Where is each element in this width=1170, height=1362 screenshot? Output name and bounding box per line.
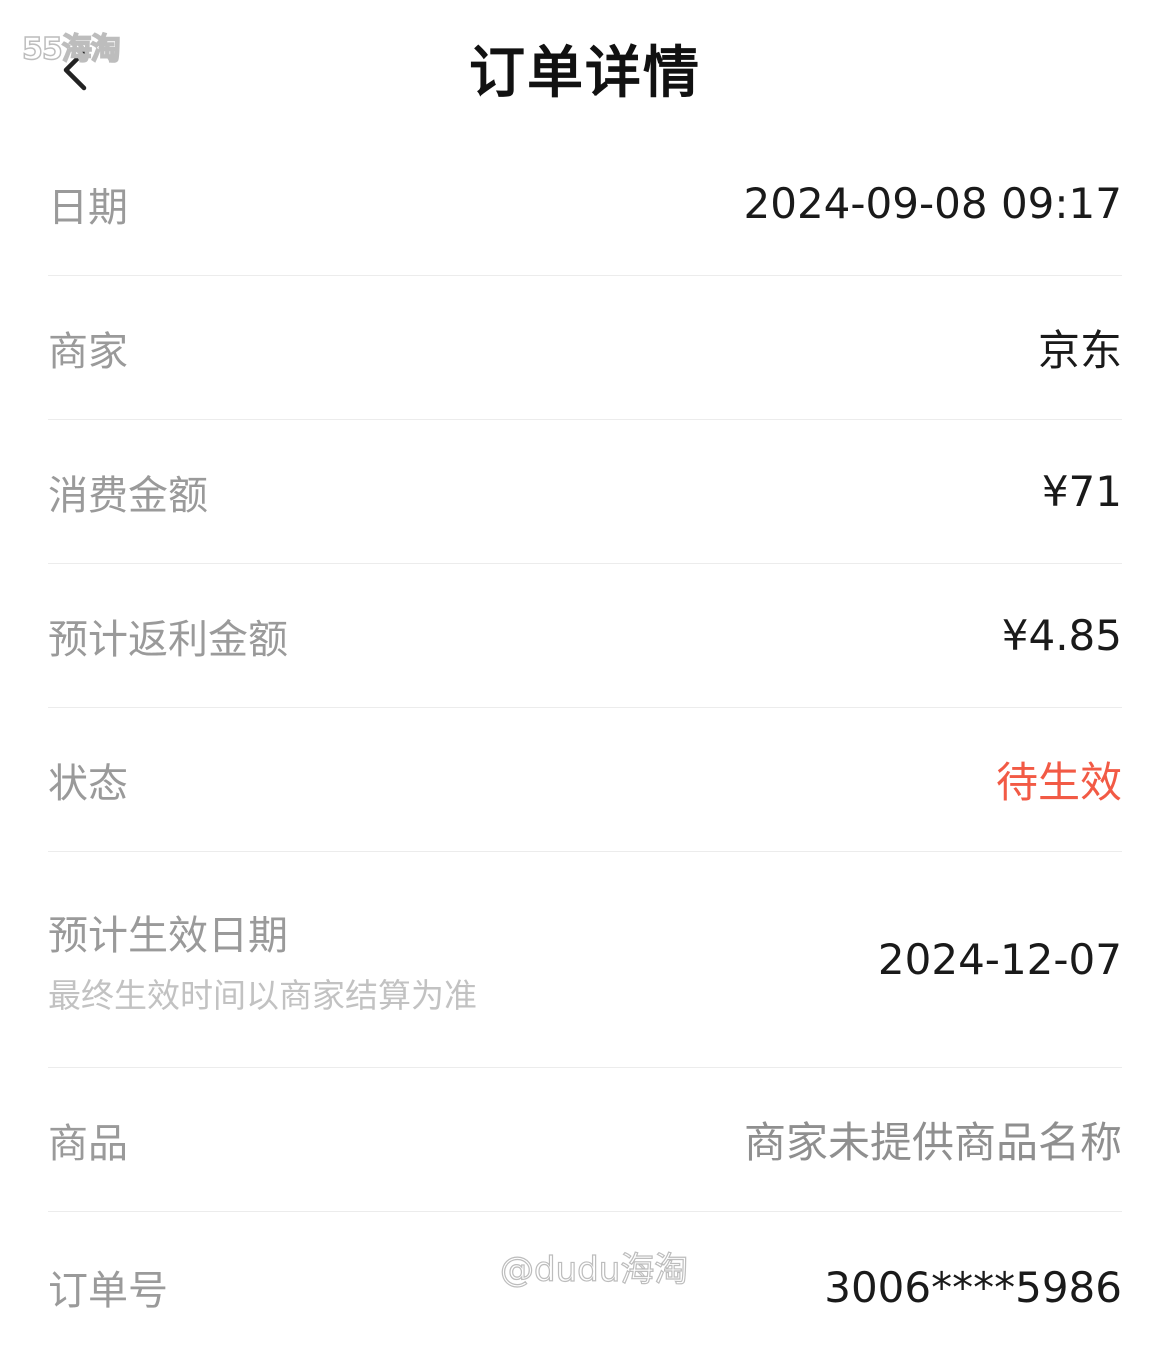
row-label: 商品: [48, 1120, 128, 1167]
detail-row-date: 日期 2024-09-08 09:17: [48, 132, 1122, 276]
row-label: 预计生效日期: [48, 912, 288, 959]
row-label: 预计返利金额: [48, 616, 288, 663]
row-label: 消费金额: [48, 472, 208, 519]
detail-row-rebate: 预计返利金额 ¥4.85: [48, 564, 1122, 708]
row-value: 2024-12-07: [877, 935, 1122, 984]
row-value: 京东: [1037, 326, 1122, 375]
row-label-group: 预计生效日期 最终生效时间以商家结算为准: [48, 903, 477, 1017]
page-title: 订单详情: [469, 41, 701, 106]
order-detail-list: 日期 2024-09-08 09:17 商家 京东 消费金额 ¥71 预计返利金…: [48, 132, 1122, 1362]
row-value: ¥4.85: [1001, 611, 1122, 660]
detail-row-status: 状态 待生效: [48, 708, 1122, 852]
row-label: 日期: [48, 184, 128, 231]
row-label: 订单号: [48, 1268, 168, 1314]
row-sublabel: 最终生效时间以商家结算为准: [48, 975, 477, 1015]
detail-row-effective-date: 预计生效日期 最终生效时间以商家结算为准 2024-12-07: [48, 852, 1122, 1068]
row-value: 2024-09-08 09:17: [743, 179, 1122, 228]
row-value: 商家未提供商品名称: [743, 1118, 1122, 1167]
detail-row-merchant: 商家 京东: [48, 276, 1122, 420]
row-label: 商家: [48, 328, 128, 375]
detail-row-product: 商品 商家未提供商品名称: [48, 1068, 1122, 1212]
row-label: 状态: [48, 760, 128, 807]
row-value: ¥71: [1041, 467, 1122, 516]
row-value: 3006****5986: [824, 1262, 1122, 1312]
detail-row-amount: 消费金额 ¥71: [48, 420, 1122, 564]
status-badge: 待生效: [995, 758, 1122, 807]
top-navigation-bar: 55海淘 订单详情: [0, 0, 1170, 132]
watermark-text: @dudu海淘: [499, 1249, 689, 1290]
